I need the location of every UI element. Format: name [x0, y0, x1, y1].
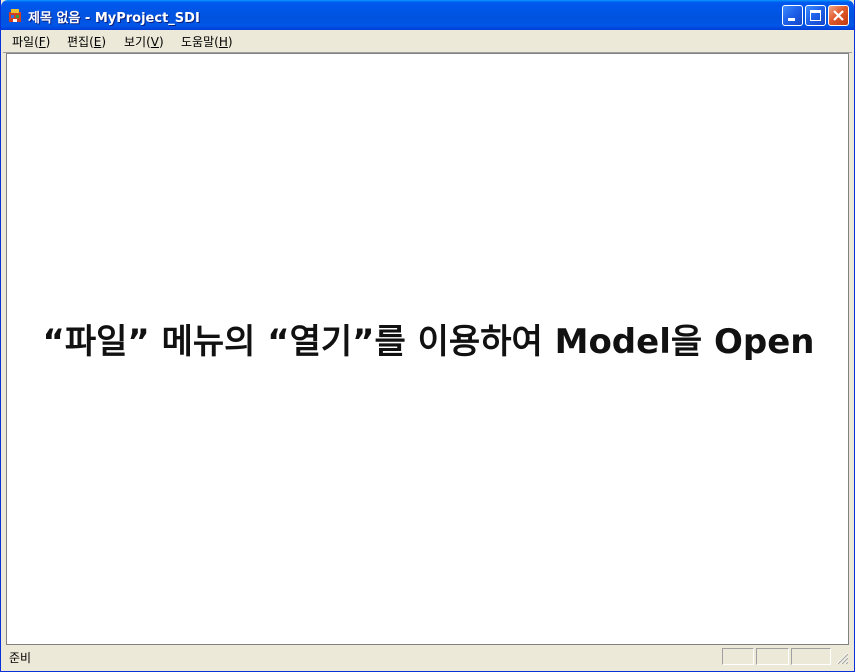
minimize-icon: [788, 18, 795, 21]
status-pane-indicator-2: [756, 648, 789, 665]
status-pane-indicator-1: [722, 648, 754, 665]
app-window: 제목 없음 - MyProject_SDI 파일(F) 편집(E) 보기(V) …: [0, 0, 855, 672]
window-title: 제목 없음 - MyProject_SDI: [28, 11, 200, 26]
menu-edit[interactable]: 편집(E): [67, 33, 106, 50]
status-pane-indicator-3: [791, 648, 831, 665]
title-bar[interactable]: 제목 없음 - MyProject_SDI: [1, 0, 854, 30]
maximize-icon: [810, 10, 821, 21]
status-text: 준비: [9, 651, 32, 665]
menu-bar: 파일(F) 편집(E) 보기(V) 도움말(H): [3, 30, 852, 53]
maximize-button[interactable]: [805, 5, 826, 26]
document-view[interactable]: “파일” 메뉴의 “열기”를 이용하여 Model을 Open: [6, 53, 849, 645]
status-bar: 준비: [3, 645, 852, 669]
menu-file[interactable]: 파일(F): [12, 33, 50, 50]
resize-grip-icon[interactable]: [834, 650, 849, 665]
app-icon[interactable]: [7, 7, 23, 23]
close-button[interactable]: [828, 5, 849, 26]
minimize-button[interactable]: [782, 5, 803, 26]
menu-view[interactable]: 보기(V): [124, 33, 164, 50]
menu-help[interactable]: 도움말(H): [181, 33, 233, 50]
close-icon: [833, 10, 844, 21]
instruction-text: “파일” 메뉴의 “열기”를 이용하여 Model을 Open: [42, 322, 815, 362]
